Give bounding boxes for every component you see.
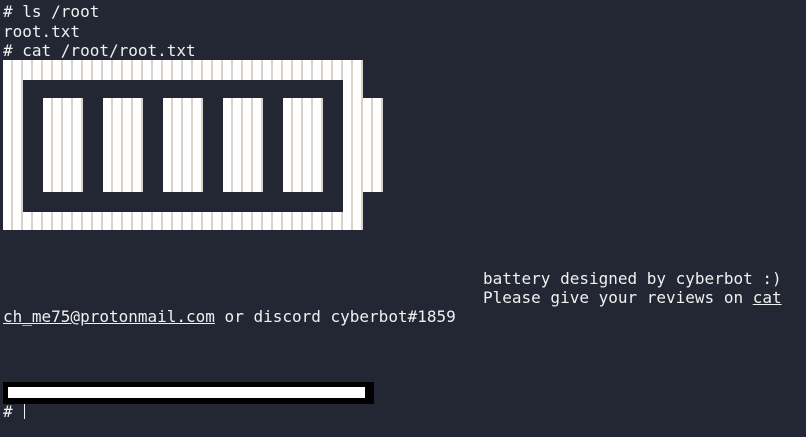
battery-cell: [103, 98, 143, 192]
discord-contact-text: or discord cyberbot#1859: [214, 307, 456, 326]
email-link-rest[interactable]: ch_me75@protonmail.com: [3, 307, 215, 326]
review-request-line-wrapped: ch_me75@protonmail.com or discord cyberb…: [3, 307, 456, 326]
email-link-start[interactable]: cat: [753, 288, 782, 307]
review-request-text: Please give your reviews on: [483, 288, 753, 307]
battery-cell: [163, 98, 203, 192]
command-line-ls: # ls /root: [3, 2, 100, 21]
battery-cell: [223, 98, 263, 192]
terminal-window[interactable]: # ls /root root.txt # cat /root/root.txt…: [0, 0, 806, 437]
command-line-cat: # cat /root/root.txt: [3, 41, 196, 60]
shell-prompt: #: [3, 402, 23, 421]
battery-art-terminal-cap: [363, 98, 383, 192]
progress-bar: [3, 382, 374, 404]
output-line-root-txt: root.txt: [3, 22, 81, 41]
battery-cell: [283, 98, 323, 192]
art-caption: battery designed by cyberbot :): [483, 269, 782, 288]
text-cursor: [24, 404, 26, 419]
shell-prompt-line[interactable]: #: [3, 402, 26, 421]
progress-bar-fill: [8, 387, 365, 398]
review-request-line: Please give your reviews on cat: [483, 288, 782, 307]
battery-cell: [43, 98, 83, 192]
